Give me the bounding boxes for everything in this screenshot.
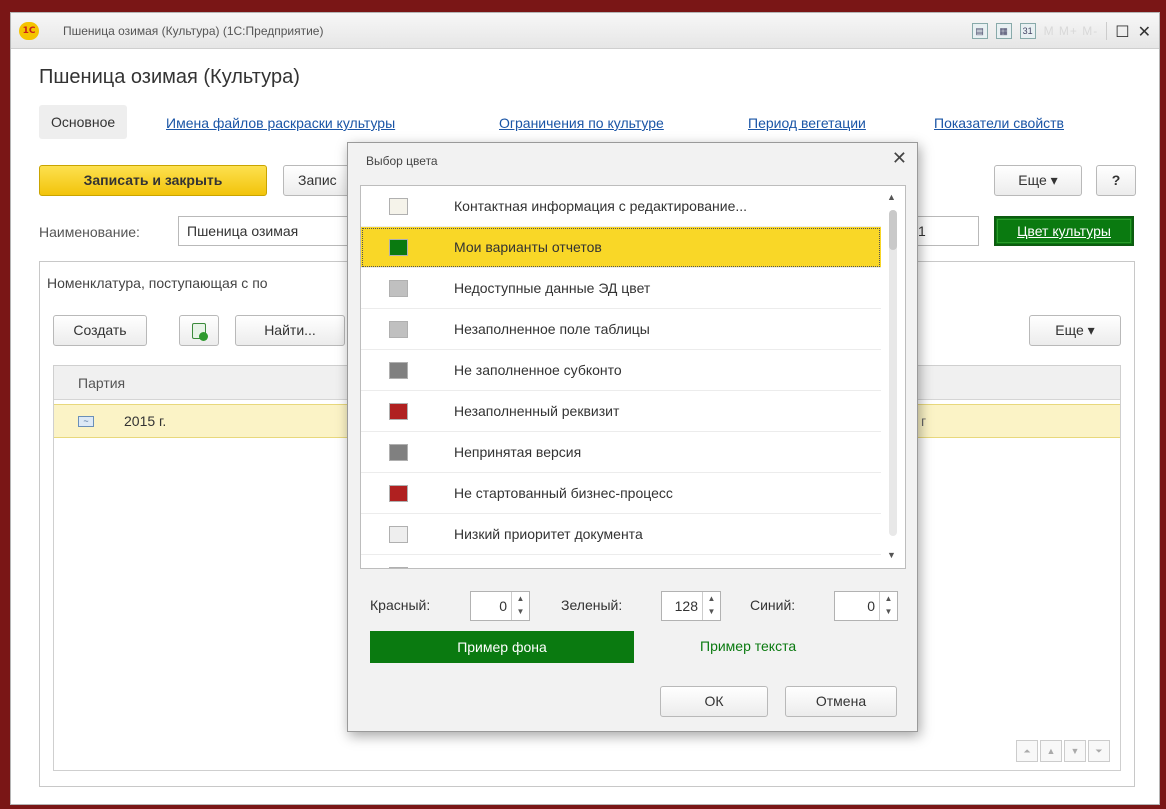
help-button[interactable]: ?: [1096, 165, 1136, 196]
calculator-icon[interactable]: ▦: [995, 23, 1012, 39]
more-button[interactable]: Еще ▾: [994, 165, 1082, 196]
color-list-item[interactable]: Мои варианты отчетов: [361, 227, 881, 268]
scroll-track[interactable]: [889, 210, 897, 536]
memory-buttons[interactable]: M M+ M-: [1044, 24, 1099, 38]
color-list-item[interactable]: Незаполненный реквизит: [361, 391, 881, 432]
color-swatch: [389, 526, 408, 543]
first-row-icon[interactable]: ⏶: [1016, 740, 1038, 762]
name-field[interactable]: Пшеница озимая: [178, 216, 358, 246]
color-list-item[interactable]: Контактная информация с редактирование..…: [361, 186, 881, 227]
table-more-button[interactable]: Еще ▾: [1029, 315, 1121, 346]
color-item-label: Мои варианты отчетов: [454, 239, 602, 255]
culture-code-field[interactable]: 1: [909, 216, 979, 246]
tab-main[interactable]: Основное: [39, 105, 128, 139]
color-item-label: Незаполненное поле таблицы: [454, 321, 650, 337]
color-picker-dialog: Выбор цвета ✕ Контактная информация с ре…: [347, 142, 918, 732]
color-list: Контактная информация с редактирование..…: [360, 185, 906, 569]
tab-restrictions[interactable]: Ограничения по культуре: [499, 115, 664, 131]
find-button[interactable]: Найти...: [235, 315, 345, 346]
color-item-label: Недоступные данные ЭД цвет: [454, 280, 651, 296]
blue-spinner[interactable]: 0 ▲ ▼: [834, 591, 898, 621]
add-icon-button[interactable]: [179, 315, 219, 346]
add-document-icon: [192, 323, 208, 342]
maximize-icon[interactable]: ☐: [1115, 22, 1129, 41]
blue-value[interactable]: 0: [867, 598, 875, 614]
color-item-label: Контактная информация с редактирование..…: [454, 198, 748, 214]
prev-row-icon[interactable]: ▲: [1040, 740, 1062, 762]
last-row-icon[interactable]: ⏷: [1088, 740, 1110, 762]
color-list-scrollbar[interactable]: ▲ ▼: [881, 186, 905, 568]
dialog-close-icon[interactable]: ✕: [892, 148, 907, 169]
toolbar-divider: [1106, 22, 1108, 40]
row-partia-cell: 2015 г.: [124, 413, 167, 429]
color-list-item[interactable]: Не заполненное субконто: [361, 350, 881, 391]
table-navigation: ⏶ ▲ ▼ ⏷: [1016, 740, 1110, 762]
name-label: Наименование:: [39, 224, 140, 240]
color-item-label: Новые документы: [454, 567, 854, 568]
red-spin-arrows-icon[interactable]: ▲ ▼: [511, 592, 529, 620]
green-spinner[interactable]: 128 ▲ ▼: [661, 591, 721, 621]
red-spinner[interactable]: 0 ▲ ▼: [470, 591, 530, 621]
green-value[interactable]: 128: [675, 598, 698, 614]
scroll-up-icon[interactable]: ▲: [887, 192, 896, 202]
next-row-icon[interactable]: ▼: [1064, 740, 1086, 762]
column-header-partia[interactable]: Партия: [78, 375, 125, 391]
red-label: Красный:: [370, 597, 431, 613]
calendar-icon[interactable]: 31: [1019, 23, 1036, 39]
group-title: Номенклатура, поступающая с по: [47, 275, 268, 291]
color-swatch: [389, 280, 408, 297]
green-spin-arrows-icon[interactable]: ▲ ▼: [702, 592, 720, 620]
color-swatch: [389, 239, 408, 256]
scroll-down-icon[interactable]: ▼: [887, 550, 896, 560]
color-swatch: [389, 444, 408, 461]
color-list-item[interactable]: Незаполненное поле таблицы: [361, 309, 881, 350]
title-bar: 1С Пшеница озимая (Культура) (1С:Предпри…: [11, 13, 1159, 49]
color-list-item[interactable]: Не стартованный бизнес-процесс: [361, 473, 881, 514]
blue-label: Синий:: [750, 597, 796, 613]
color-item-label: Низкий приоритет документа: [454, 526, 643, 542]
tab-vegetation-period[interactable]: Период вегетации: [748, 115, 866, 131]
green-label: Зеленый:: [561, 597, 623, 613]
batch-icon: ~: [78, 416, 94, 427]
color-list-item[interactable]: Недоступные данные ЭД цвет: [361, 268, 881, 309]
close-icon[interactable]: ✕: [1138, 22, 1151, 41]
red-value[interactable]: 0: [499, 598, 507, 614]
ok-button[interactable]: ОК: [660, 686, 768, 717]
color-swatch: [389, 485, 408, 502]
color-item-label: Не заполненное субконто: [454, 362, 622, 378]
cancel-button[interactable]: Отмена: [785, 686, 897, 717]
color-list-item[interactable]: Низкий приоритет документа: [361, 514, 881, 555]
row-tail-cell: г: [921, 413, 927, 429]
color-item-label: Непринятая версия: [454, 444, 582, 460]
culture-color-button[interactable]: Цвет культуры: [994, 216, 1134, 246]
printer-icon[interactable]: ▤: [971, 23, 988, 39]
page-title: Пшеница озимая (Культура): [39, 66, 300, 88]
color-list-item[interactable]: Непринятая версия: [361, 432, 881, 473]
title-bar-tools: ▤ ▦ 31 M M+ M- ☐ ✕: [971, 20, 1151, 42]
color-swatch: [389, 362, 408, 379]
color-swatch: [389, 198, 408, 215]
scroll-thumb[interactable]: [889, 210, 897, 250]
color-item-label: Незаполненный реквизит: [454, 403, 620, 419]
background-sample: Пример фона: [370, 631, 634, 663]
save-and-close-button[interactable]: Записать и закрыть: [39, 165, 267, 196]
color-list-item[interactable]: Новые документы: [361, 555, 881, 568]
blue-spin-arrows-icon[interactable]: ▲ ▼: [879, 592, 897, 620]
text-sample: Пример текста: [700, 638, 797, 654]
tab-properties[interactable]: Показатели свойств: [934, 115, 1064, 131]
window-title: Пшеница озимая (Культура) (1С:Предприяти…: [63, 24, 324, 38]
tab-coloring-files[interactable]: Имена файлов раскраски культуры: [166, 115, 395, 131]
app-logo: 1С: [19, 22, 39, 40]
color-swatch: [389, 321, 408, 338]
color-item-label: Не стартованный бизнес-процесс: [454, 485, 673, 501]
create-button[interactable]: Создать: [53, 315, 147, 346]
dialog-title: Выбор цвета: [366, 154, 438, 168]
color-swatch: [389, 567, 408, 568]
color-swatch: [389, 403, 408, 420]
